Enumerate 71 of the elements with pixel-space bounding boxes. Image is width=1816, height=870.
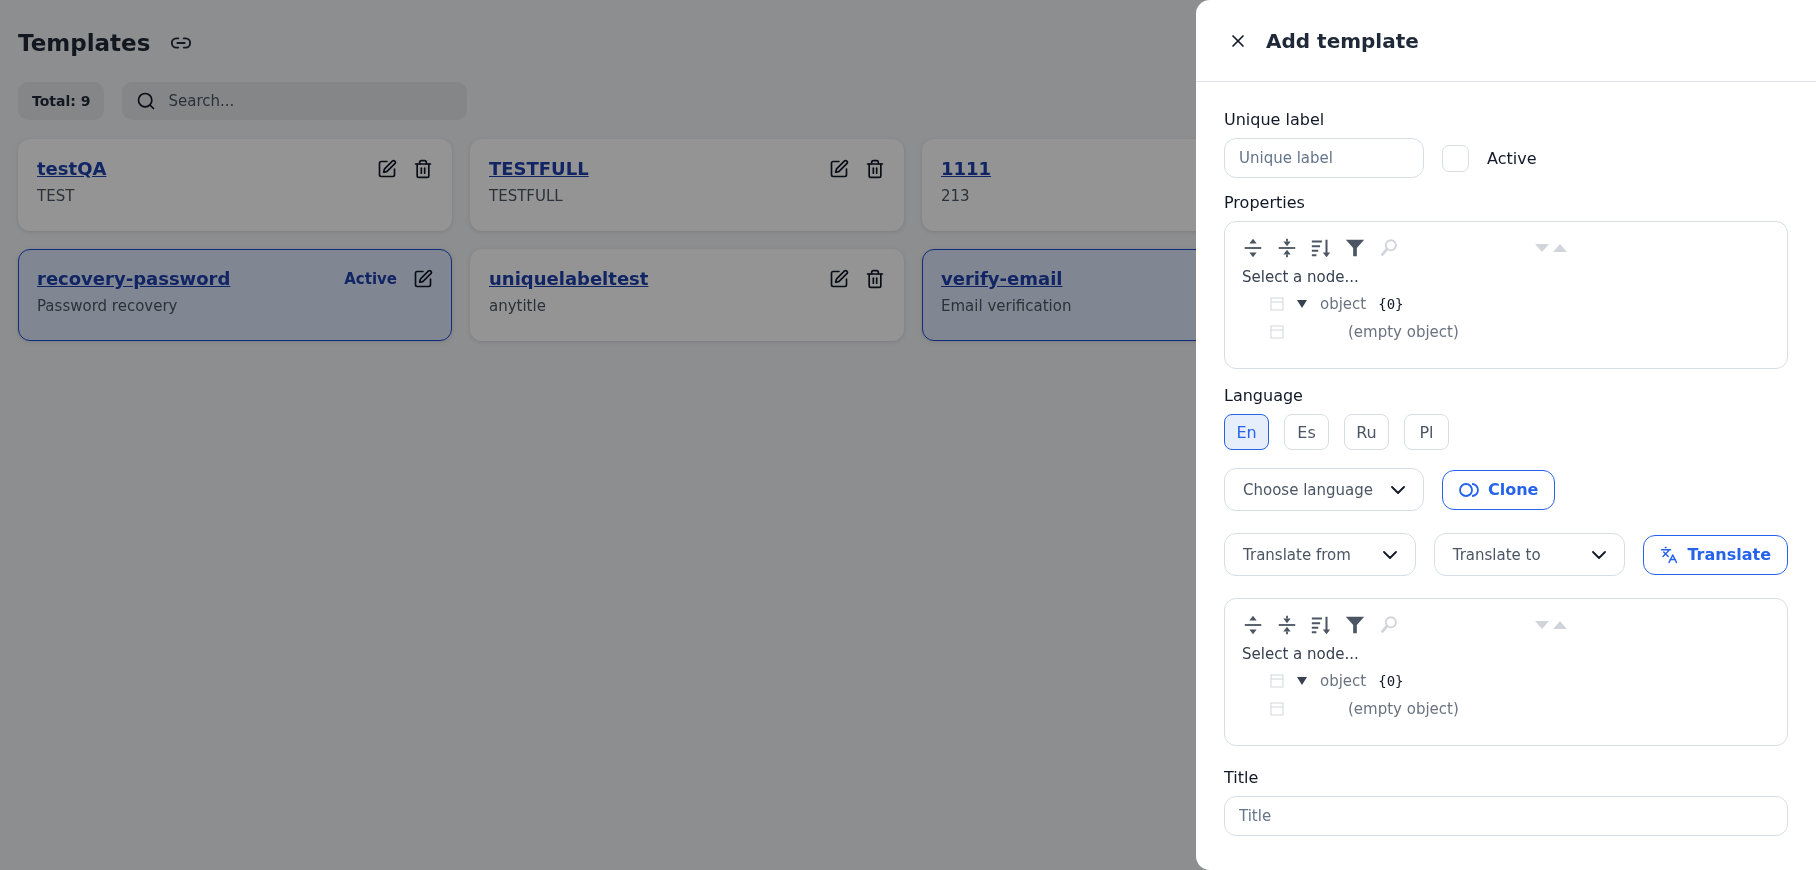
field-label: Language — [1224, 386, 1304, 405]
expand-all-icon[interactable] — [1242, 614, 1264, 636]
template-card[interactable]: uniquelabeltest anytitle — [470, 249, 904, 341]
expand-toggle-icon[interactable] — [1296, 298, 1308, 310]
filter-icon[interactable] — [1344, 614, 1366, 636]
field-label: Title — [1224, 768, 1260, 787]
template-name-link[interactable]: uniquelabeltest — [489, 268, 649, 289]
template-name-link[interactable]: verify-email — [941, 268, 1063, 289]
edit-icon[interactable] — [413, 268, 433, 289]
node-label: object — [1320, 672, 1367, 690]
node-count: {0} — [1378, 673, 1404, 689]
chevron-down-icon — [1382, 550, 1397, 559]
drawer-title: Add template — [1266, 28, 1419, 53]
language-dropdown[interactable]: Choose language — [1224, 468, 1424, 511]
drag-handle-icon[interactable] — [1270, 325, 1284, 339]
translate-to-dropdown[interactable]: Translate to — [1433, 533, 1626, 576]
node-label: (empty object) — [1348, 700, 1459, 718]
language-tab[interactable]: Pl — [1404, 414, 1449, 450]
chevron-down-icon — [1391, 485, 1405, 494]
clone-button[interactable]: Clone — [1442, 469, 1556, 510]
template-subtitle: TEST — [37, 187, 75, 205]
active-status: Active — [344, 269, 397, 288]
template-name-link[interactable]: recovery-password — [37, 268, 231, 289]
chevron-down-icon — [1592, 550, 1607, 559]
edit-icon[interactable] — [829, 268, 849, 289]
drag-handle-icon[interactable] — [1270, 674, 1284, 688]
template-card[interactable]: TESTFULL TESTFULL — [470, 139, 904, 231]
translate-from-dropdown[interactable]: Translate from — [1224, 533, 1416, 576]
drag-handle-icon[interactable] — [1270, 297, 1284, 311]
expand-all-icon[interactable] — [1242, 237, 1264, 259]
collapse-all-icon[interactable] — [1276, 614, 1298, 636]
translate-button[interactable]: Translate — [1643, 534, 1788, 575]
template-name-link[interactable]: testQA — [37, 158, 107, 179]
edit-icon[interactable] — [829, 158, 849, 179]
search-icon — [136, 91, 157, 111]
template-subtitle: 213 — [941, 187, 970, 205]
search-input[interactable]: Search... — [166, 82, 454, 120]
total-count: Total: 9 — [18, 82, 105, 120]
filter-icon[interactable] — [1344, 237, 1366, 259]
template-subtitle: Password recovery — [37, 297, 178, 315]
sort-icon[interactable] — [1310, 614, 1332, 636]
language-tab[interactable]: Ru — [1344, 414, 1389, 450]
page-title: Templates — [18, 30, 151, 56]
field-label: Unique label — [1224, 110, 1326, 129]
template-subtitle: Email verification — [941, 297, 1072, 315]
node-count: {0} — [1378, 296, 1404, 312]
title-field[interactable]: Title — [1224, 796, 1788, 836]
template-name-link[interactable]: 1111 — [941, 158, 992, 179]
sort-icon[interactable] — [1310, 237, 1332, 259]
delete-icon[interactable] — [413, 158, 433, 179]
delete-icon[interactable] — [865, 158, 885, 179]
checkbox-label: Active — [1487, 148, 1537, 168]
delete-icon[interactable] — [865, 268, 885, 289]
template-name-link[interactable]: TESTFULL — [489, 158, 589, 179]
unique-label-field[interactable]: Unique label — [1224, 138, 1424, 178]
edit-icon[interactable] — [377, 158, 397, 179]
language-tab[interactable]: En — [1224, 414, 1269, 450]
collapse-all-icon[interactable] — [1276, 237, 1298, 259]
template-subtitle: anytitle — [489, 297, 546, 315]
field-label: Properties — [1224, 193, 1306, 212]
circles-icon — [1459, 481, 1479, 498]
active-checkbox[interactable] — [1442, 144, 1469, 172]
drag-handle-icon[interactable] — [1270, 702, 1284, 716]
language-tab[interactable]: Es — [1284, 414, 1329, 450]
template-subtitle: TESTFULL — [489, 187, 563, 205]
node-path-text: Select a node... — [1242, 645, 1360, 663]
template-card[interactable]: recovery-password Active Password recovery — [18, 249, 452, 341]
search-field[interactable]: Search... — [122, 82, 468, 120]
template-card[interactable]: testQA TEST — [18, 139, 452, 231]
expand-toggle-icon[interactable] — [1296, 675, 1308, 687]
translate-icon — [1660, 545, 1679, 564]
